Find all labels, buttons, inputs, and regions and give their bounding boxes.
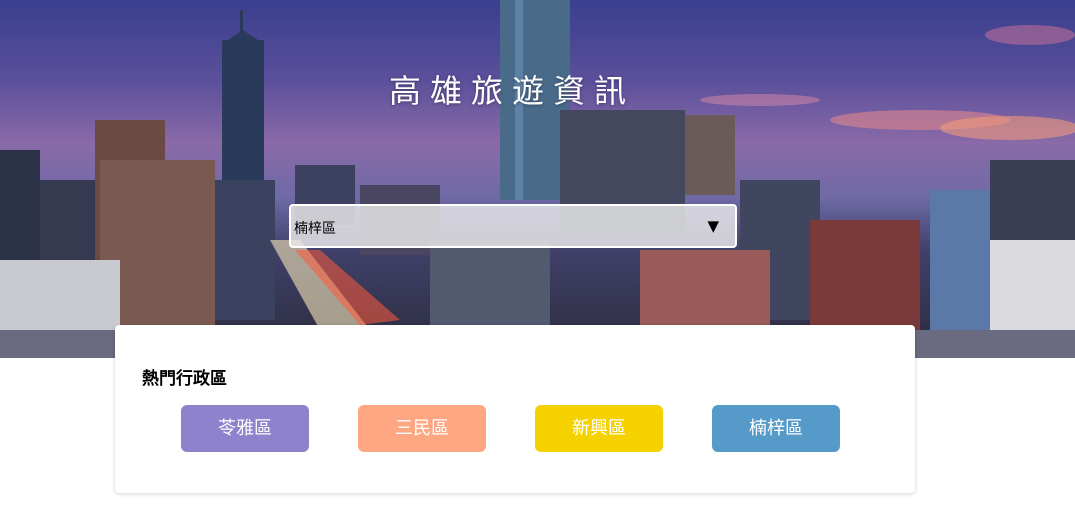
district-button-lingya[interactable]: 苓雅區 — [181, 405, 309, 452]
popular-districts-heading: 熱門行政區 — [142, 369, 227, 389]
district-button-xinxing[interactable]: 新興區 — [535, 405, 663, 452]
hero-banner: 高雄旅遊資訊 楠梓區 ▼ — [0, 0, 1075, 358]
triangle-down-icon: ▼ — [707, 217, 719, 235]
page-title: 高雄旅遊資訊 — [388, 72, 635, 110]
city-skyline-image — [0, 0, 1075, 358]
district-button-sanmin[interactable]: 三民區 — [358, 405, 486, 452]
popular-districts-card: 熱門行政區 苓雅區 三民區 新興區 楠梓區 — [115, 325, 915, 493]
district-select[interactable]: 楠梓區 ▼ — [289, 204, 737, 248]
district-select-value: 楠梓區 — [294, 221, 336, 237]
district-button-nanzi[interactable]: 楠梓區 — [712, 405, 840, 452]
